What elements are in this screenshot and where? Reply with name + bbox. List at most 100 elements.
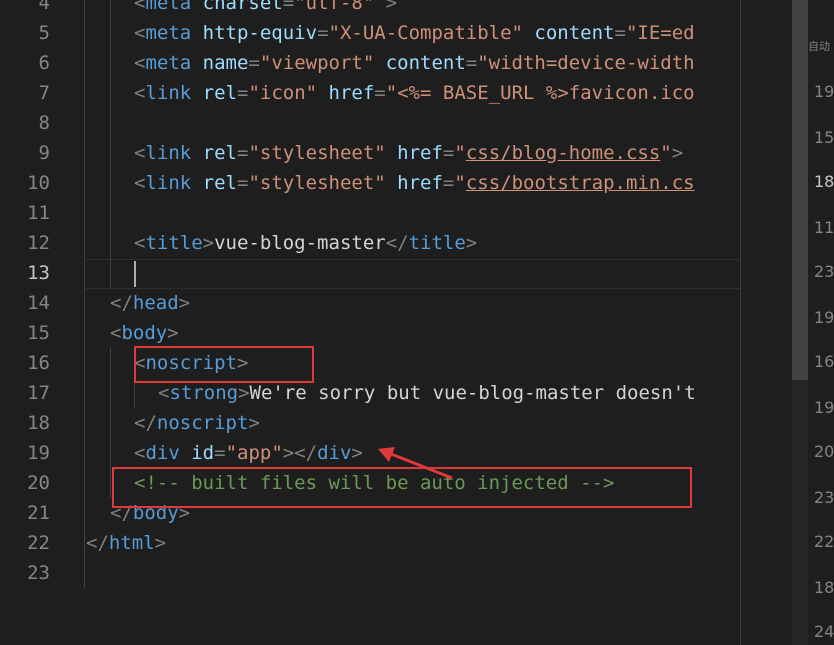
line-number: 20 [27, 472, 50, 494]
code-line: 7 <link rel="icon" href="<%= BASE_URL %>f… [0, 78, 740, 108]
side-panel-number: 23 [814, 262, 834, 281]
indent-guide [110, 168, 111, 198]
code-token: < [134, 232, 146, 254]
side-panel-number: 23 [814, 488, 834, 507]
code-token: < [134, 442, 146, 464]
code-token: rel [191, 82, 237, 104]
code-line: 14 </head> [0, 288, 740, 318]
code-line: 17 <strong>We're sorry but vue-blog-maste… [0, 378, 740, 408]
code-token: "<%= BASE_URL %>favicon.ico [385, 82, 695, 104]
indent-guide [110, 348, 111, 378]
code-token: link [145, 172, 192, 194]
code-text: <meta name="viewport" content="width=dev… [134, 48, 695, 78]
code-text: </noscript> [134, 408, 260, 438]
code-token: > [167, 322, 179, 344]
indent-guide [84, 498, 85, 528]
code-token: </ [385, 232, 409, 254]
code-token: = [442, 172, 455, 194]
code-token: meta [145, 52, 192, 74]
code-token: < [134, 52, 146, 74]
code-token: rel [191, 142, 237, 164]
code-token: > [178, 292, 191, 314]
line-number: 12 [27, 232, 50, 254]
code-token: "stylesheet" [248, 172, 386, 194]
indent-guide [84, 48, 85, 78]
code-token: < [134, 22, 146, 44]
indent-guide [84, 258, 85, 288]
code-token: < [110, 322, 122, 344]
code-token: div [317, 442, 352, 464]
indent-guide [110, 18, 111, 48]
code-line: 11 [0, 198, 740, 228]
side-panel-number: 24 [814, 622, 834, 641]
code-text: <link rel="stylesheet" href="css/bootstr… [134, 168, 695, 198]
code-line: 6 <meta name="viewport" content="width=de… [0, 48, 740, 78]
code-token: > [465, 232, 478, 254]
line-number: 4 [38, 0, 50, 14]
code-token: < [134, 0, 146, 14]
code-line: 9 <link rel="stylesheet" href="css/blog-h… [0, 138, 740, 168]
indent-guide [84, 348, 85, 378]
indent-guide [110, 438, 111, 468]
comment-highlight-box [112, 467, 692, 508]
code-line: 22 </html> [0, 528, 740, 558]
code-token: </ [86, 532, 109, 554]
line-number: 9 [38, 142, 50, 164]
text-cursor [134, 261, 136, 287]
side-panel-number: 19 [814, 398, 834, 417]
code-token: charset [191, 0, 283, 14]
code-token: href [385, 172, 443, 194]
code-token: < [158, 382, 170, 404]
code-token: div [145, 442, 180, 464]
code-token: > [351, 442, 363, 464]
code-line: 16 <noscript> [0, 348, 740, 378]
line-number: 8 [38, 112, 50, 134]
code-text: </head> [110, 288, 190, 318]
code-token: noscript [156, 412, 249, 434]
line-number: 15 [27, 322, 50, 344]
indent-guide [84, 438, 85, 468]
vertical-scrollbar[interactable] [792, 0, 808, 645]
code-text: </html> [86, 528, 166, 558]
noscript-highlight-box [134, 346, 314, 383]
code-token: title [145, 232, 203, 254]
code-token: "IE=ed [625, 22, 695, 44]
code-token: link [145, 82, 192, 104]
code-text: <body> [110, 318, 179, 348]
code-token: = [248, 52, 260, 74]
side-panel-number: 18 [814, 172, 834, 191]
line-number: 23 [27, 562, 50, 584]
code-token: href [385, 142, 443, 164]
code-token: > [248, 412, 260, 434]
code-token: "app" [225, 442, 283, 464]
code-token: http-equiv [191, 22, 318, 44]
code-token: " [454, 142, 466, 164]
side-panel: 自动 19 15 18 11 23 19 16 19 20 23 22 18 24 [808, 0, 834, 645]
code-token: rel [191, 172, 237, 194]
indent-guide [110, 108, 111, 138]
line-number: 14 [27, 292, 50, 314]
code-token: content [522, 22, 615, 44]
code-line: 10 <link rel="stylesheet" href="css/boots… [0, 168, 740, 198]
indent-guide [84, 558, 85, 588]
code-token: body [121, 322, 168, 344]
line-number: 13 [27, 262, 50, 284]
code-editor[interactable]: 4 <meta charset="utf-8" >5 <meta http-equi… [0, 0, 740, 645]
indent-guide [84, 108, 85, 138]
code-token: > [671, 142, 684, 164]
code-token: > [374, 0, 398, 14]
code-text: <link rel="stylesheet" href="css/blog-ho… [134, 138, 683, 168]
indent-guide [110, 198, 111, 228]
code-token: html [108, 532, 155, 554]
indent-guide [110, 0, 111, 18]
side-panel-number: 22 [814, 532, 834, 551]
code-token: < [134, 142, 146, 164]
code-token: "stylesheet" [248, 142, 386, 164]
side-panel-number: 15 [814, 128, 834, 147]
scrollbar-thumb[interactable] [792, 0, 808, 380]
code-line: 8 [0, 108, 740, 138]
indent-guide [110, 138, 111, 168]
code-token: = [236, 172, 249, 194]
indent-guide [84, 468, 85, 498]
code-line: 4 <meta charset="utf-8" > [0, 0, 740, 18]
